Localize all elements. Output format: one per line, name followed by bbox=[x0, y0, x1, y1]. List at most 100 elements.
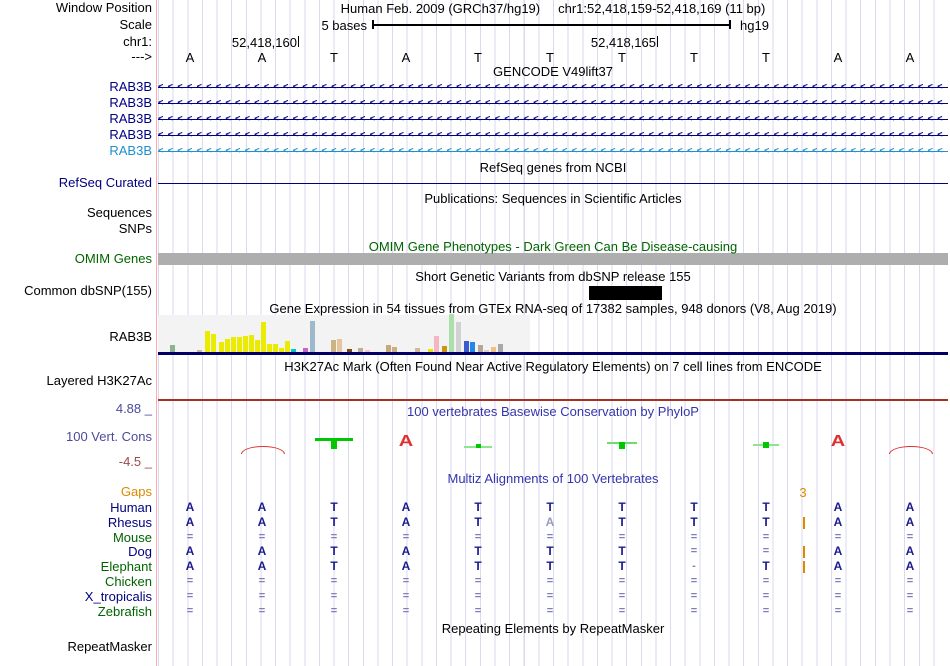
gtex-bar bbox=[434, 336, 439, 352]
dbsnp-variant-box[interactable] bbox=[589, 286, 662, 300]
track-label-100-vert-cons[interactable]: 100 Vert. Cons bbox=[66, 430, 152, 444]
gtex-bar bbox=[225, 339, 230, 352]
browser-plot-area[interactable]: Human Feb. 2009 (GRCh37/hg19) chr1:52,418… bbox=[158, 0, 948, 666]
alignment-symbol: T bbox=[546, 559, 554, 573]
alignment-symbol: = bbox=[906, 590, 914, 602]
track-label-layered-h3k27ac[interactable]: Layered H3K27Ac bbox=[46, 374, 152, 388]
chrom-label: chr1: bbox=[123, 34, 152, 49]
track-label-omim-genes[interactable]: OMIM Genes bbox=[75, 252, 152, 266]
alignment-symbol: A bbox=[833, 500, 843, 514]
track-label-common-dbsnp[interactable]: Common dbSNP(155) bbox=[24, 284, 152, 298]
alignment-symbol: A bbox=[185, 500, 195, 514]
gtex-bar bbox=[267, 344, 272, 352]
track-label-sequences[interactable]: Sequences bbox=[87, 206, 152, 220]
alignment-symbol: T bbox=[474, 500, 482, 514]
alignment-symbol: A bbox=[257, 500, 267, 514]
sequence-base: A bbox=[401, 50, 411, 65]
alignment-symbol: = bbox=[546, 531, 554, 543]
multiz-row-label-dog[interactable]: Dog bbox=[128, 545, 152, 559]
track-title-gtex[interactable]: Gene Expression in 54 tissues from GTEx … bbox=[158, 302, 948, 316]
track-title-conservation[interactable]: 100 vertebrates Basewise Conservation by… bbox=[158, 405, 948, 419]
multiz-row-label-elephant[interactable]: Elephant bbox=[101, 560, 152, 574]
alignment-symbol: = bbox=[186, 575, 194, 587]
track-label-snps[interactable]: SNPs bbox=[119, 222, 152, 236]
alignment-symbol: = bbox=[618, 590, 626, 602]
track-title-h3k27ac[interactable]: H3K27Ac Mark (Often Found Near Active Re… bbox=[158, 360, 948, 374]
alignment-symbol: - bbox=[692, 560, 696, 572]
multiz-row-label-gaps[interactable]: Gaps bbox=[121, 485, 152, 499]
alignment-symbol: = bbox=[546, 590, 554, 602]
gencode-gene-model[interactable]: <<<<<<<<<<<<<<<<<<<<<<<<<<<<<<<<<<<<<<<<… bbox=[158, 129, 948, 142]
gene-label-rab3b-4[interactable]: RAB3B bbox=[109, 128, 152, 142]
gtex-bar bbox=[219, 342, 224, 352]
multiz-row-label-human[interactable]: Human bbox=[110, 501, 152, 515]
alignment-symbol: = bbox=[474, 575, 482, 587]
track-title-omim[interactable]: OMIM Gene Phenotypes - Dark Green Can Be… bbox=[158, 240, 948, 254]
alignment-symbol: = bbox=[546, 575, 554, 587]
alignment-symbol: = bbox=[762, 575, 770, 587]
alignment-symbol: A bbox=[257, 559, 267, 573]
track-title-refseq[interactable]: RefSeq genes from NCBI bbox=[158, 161, 948, 175]
alignment-symbol: = bbox=[690, 590, 698, 602]
gtex-bar bbox=[337, 339, 342, 352]
genome-browser-image: Window Position Scale chr1: ---> RAB3B RAB3B R… bbox=[0, 0, 950, 666]
omim-genes-bar[interactable] bbox=[158, 253, 948, 265]
alignment-symbol: T bbox=[762, 515, 770, 529]
plot-left-edge bbox=[156, 0, 157, 666]
gtex-bar bbox=[231, 337, 236, 352]
alignment-symbol: = bbox=[762, 545, 770, 557]
conservation-dash bbox=[475, 444, 481, 448]
alignment-symbol: = bbox=[330, 575, 338, 587]
conservation-min-value: -4.5 _ bbox=[118, 454, 152, 469]
alignment-symbol: = bbox=[906, 605, 914, 617]
gencode-gene-model[interactable]: <<<<<<<<<<<<<<<<<<<<<<<<<<<<<<<<<<<<<<<<… bbox=[158, 97, 948, 110]
multiz-row-label-zebrafish[interactable]: Zebrafish bbox=[98, 605, 152, 619]
alignment-symbol: = bbox=[402, 605, 410, 617]
conservation-letter-A: A bbox=[398, 433, 414, 450]
gene-label-rab3b-2[interactable]: RAB3B bbox=[109, 96, 152, 110]
multiz-gap-count: 3 bbox=[799, 485, 807, 500]
track-label-refseq-curated[interactable]: RefSeq Curated bbox=[59, 176, 152, 190]
multiz-insertion-bar bbox=[803, 561, 805, 573]
refseq-curated-line[interactable] bbox=[158, 183, 948, 184]
alignment-symbol: = bbox=[330, 590, 338, 602]
multiz-row-label-chicken[interactable]: Chicken bbox=[105, 575, 152, 589]
gtex-bar bbox=[255, 340, 260, 352]
alignment-symbol: = bbox=[186, 590, 194, 602]
alignment-symbol: = bbox=[834, 575, 842, 587]
sequence-base: T bbox=[690, 50, 698, 65]
alignment-symbol: = bbox=[762, 531, 770, 543]
gene-label-rab3b-1[interactable]: RAB3B bbox=[109, 80, 152, 94]
gencode-gene-model[interactable]: <<<<<<<<<<<<<<<<<<<<<<<<<<<<<<<<<<<<<<<<… bbox=[158, 81, 948, 94]
gene-label-rab3b-3[interactable]: RAB3B bbox=[109, 112, 152, 126]
conservation-square bbox=[763, 442, 769, 448]
genome-assembly-tag: hg19 bbox=[740, 18, 769, 33]
gene-label-rab3b-5[interactable]: RAB3B bbox=[109, 144, 152, 158]
track-title-multiz[interactable]: Multiz Alignments of 100 Vertebrates bbox=[158, 472, 948, 486]
scale-label: Scale bbox=[119, 17, 152, 32]
multiz-row-label-mouse[interactable]: Mouse bbox=[113, 531, 152, 545]
track-title-publications[interactable]: Publications: Sequences in Scientific Ar… bbox=[158, 192, 948, 206]
track-title-gencode[interactable]: GENCODE V49lift37 bbox=[158, 65, 948, 79]
alignment-symbol: T bbox=[618, 544, 626, 558]
scale-value: 5 bases bbox=[321, 18, 367, 33]
track-title-dbsnp[interactable]: Short Genetic Variants from dbSNP releas… bbox=[158, 270, 948, 284]
conservation-max-value: 4.88 _ bbox=[115, 401, 152, 416]
gtex-bar bbox=[249, 335, 254, 352]
gtex-bar bbox=[243, 336, 248, 352]
track-label-column: Window Position Scale chr1: ---> RAB3B RAB3B R… bbox=[0, 0, 152, 666]
track-label-repeatmasker[interactable]: RepeatMasker bbox=[67, 640, 152, 654]
alignment-symbol: A bbox=[257, 515, 267, 529]
gtex-bar bbox=[449, 314, 454, 352]
track-title-repeatmasker[interactable]: Repeating Elements by RepeatMasker bbox=[158, 622, 948, 636]
gencode-gene-model[interactable]: <<<<<<<<<<<<<<<<<<<<<<<<<<<<<<<<<<<<<<<<… bbox=[158, 145, 948, 158]
gencode-gene-model[interactable]: <<<<<<<<<<<<<<<<<<<<<<<<<<<<<<<<<<<<<<<<… bbox=[158, 113, 948, 126]
alignment-symbol: T bbox=[762, 500, 770, 514]
h3k27ac-line[interactable] bbox=[158, 399, 948, 401]
multiz-row-label-rhesus[interactable]: Rhesus bbox=[108, 516, 152, 530]
alignment-symbol: T bbox=[474, 559, 482, 573]
alignment-symbol: = bbox=[762, 590, 770, 602]
track-label-gtex-rab3b[interactable]: RAB3B bbox=[109, 330, 152, 344]
multiz-row-label-x_tropicalis[interactable]: X_tropicalis bbox=[85, 590, 152, 604]
alignment-symbol: = bbox=[474, 590, 482, 602]
